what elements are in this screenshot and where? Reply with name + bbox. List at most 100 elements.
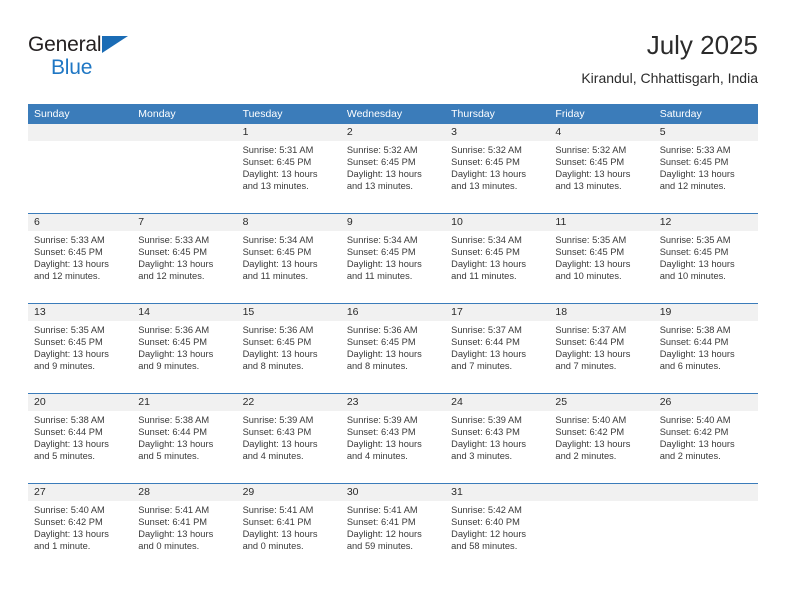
daylight-duration-line2: and 8 minutes. bbox=[346, 361, 408, 372]
day-number: 24 bbox=[445, 394, 550, 411]
calendar-day-cell[interactable]: 15 Sunrise: 5:36 AM Sunset: 6:45 PM Dayligh… bbox=[236, 304, 341, 393]
daylight-duration-line2: and 11 minutes. bbox=[242, 271, 309, 282]
calendar-day-cell[interactable]: 10 Sunrise: 5:34 AM Sunset: 6:45 PM Dayligh… bbox=[445, 214, 550, 303]
calendar-day-cell[interactable]: 5 Sunrise: 5:33 AM Sunset: 6:45 PM Daylight… bbox=[653, 124, 758, 213]
day-number: 8 bbox=[236, 214, 341, 231]
sunrise-time: Sunrise: 5:31 AM bbox=[242, 145, 314, 155]
day-number: 11 bbox=[549, 214, 654, 231]
weekday-header-saturday: Saturday bbox=[659, 108, 702, 120]
daylight-duration-line2: and 13 minutes. bbox=[555, 181, 622, 192]
calendar-day-cell[interactable]: 8 Sunrise: 5:34 AM Sunset: 6:45 PM Daylight… bbox=[236, 214, 341, 303]
page-title: July 2025 bbox=[646, 30, 758, 60]
daylight-duration-line1: Daylight: 13 hours bbox=[138, 349, 214, 360]
daylight-duration-line2: and 6 minutes. bbox=[659, 361, 721, 372]
calendar-day-cell[interactable]: 3 Sunrise: 5:32 AM Sunset: 6:45 PM Daylight… bbox=[445, 124, 550, 213]
daylight-duration-line2: and 2 minutes. bbox=[555, 451, 617, 462]
daylight-duration-line2: and 12 minutes. bbox=[138, 271, 205, 282]
sunrise-time: Sunrise: 5:35 AM bbox=[34, 325, 105, 335]
day-details: Sunrise: 5:37 AM Sunset: 6:44 PM Daylight:… bbox=[445, 321, 549, 372]
calendar-day-cell[interactable]: 16 Sunrise: 5:36 AM Sunset: 6:45 PM Dayligh… bbox=[340, 304, 446, 393]
calendar-day-cell[interactable]: 7 Sunrise: 5:33 AM Sunset: 6:45 PM Daylight… bbox=[132, 214, 237, 303]
day-number bbox=[653, 484, 758, 501]
daylight-duration-line2: and 12 minutes. bbox=[659, 181, 726, 192]
day-details: Sunrise: 5:41 AM Sunset: 6:41 PM Daylight:… bbox=[132, 501, 236, 552]
calendar-day-cell[interactable]: 2 Sunrise: 5:32 AM Sunset: 6:45 PM Daylight… bbox=[340, 124, 446, 213]
day-number: 4 bbox=[549, 124, 654, 141]
sunset-time: Sunset: 6:45 PM bbox=[346, 157, 416, 168]
daylight-duration-line1: Daylight: 13 hours bbox=[138, 259, 214, 270]
day-number: 14 bbox=[132, 304, 237, 321]
calendar-day-cell[interactable]: 25 Sunrise: 5:40 AM Sunset: 6:42 PM Dayligh… bbox=[549, 394, 654, 483]
calendar-day-cell[interactable]: 23 Sunrise: 5:39 AM Sunset: 6:43 PM Dayligh… bbox=[340, 394, 446, 483]
day-number: 1 bbox=[236, 124, 341, 141]
weekday-header-friday: Friday bbox=[555, 108, 585, 120]
sunrise-time: Sunrise: 5:34 AM bbox=[346, 235, 418, 245]
calendar-day-cell[interactable]: 18 Sunrise: 5:37 AM Sunset: 6:44 PM Dayligh… bbox=[549, 304, 654, 393]
day-number: 20 bbox=[28, 394, 133, 411]
calendar-day-cell[interactable]: 17 Sunrise: 5:37 AM Sunset: 6:44 PM Dayligh… bbox=[445, 304, 550, 393]
sunrise-time: Sunrise: 5:32 AM bbox=[451, 145, 522, 155]
calendar-page: General Blue July 2025 Kirandul, Chhatti… bbox=[0, 0, 792, 612]
day-number: 9 bbox=[340, 214, 446, 231]
day-number: 15 bbox=[236, 304, 341, 321]
sunset-time: Sunset: 6:45 PM bbox=[34, 337, 103, 348]
daylight-duration-line1: Daylight: 13 hours bbox=[451, 349, 527, 360]
calendar-day-cell[interactable]: 29 Sunrise: 5:41 AM Sunset: 6:41 PM Dayligh… bbox=[236, 484, 341, 573]
day-number: 31 bbox=[445, 484, 550, 501]
day-details: Sunrise: 5:38 AM Sunset: 6:44 PM Daylight:… bbox=[28, 411, 132, 462]
calendar-day-cell[interactable]: 24 Sunrise: 5:39 AM Sunset: 6:43 PM Dayligh… bbox=[445, 394, 550, 483]
sunrise-time: Sunrise: 5:33 AM bbox=[34, 235, 105, 245]
calendar-day-cell[interactable]: 13 Sunrise: 5:35 AM Sunset: 6:45 PM Dayligh… bbox=[28, 304, 133, 393]
daylight-duration-line1: Daylight: 13 hours bbox=[242, 529, 318, 540]
sunset-time: Sunset: 6:44 PM bbox=[555, 337, 625, 348]
calendar-day-cell[interactable]: 26 Sunrise: 5:40 AM Sunset: 6:42 PM Dayligh… bbox=[653, 394, 758, 483]
calendar-week-row: 20 Sunrise: 5:38 AM Sunset: 6:44 PM Dayligh… bbox=[28, 393, 758, 483]
daylight-duration-line1: Daylight: 13 hours bbox=[346, 439, 422, 450]
sunrise-time: Sunrise: 5:41 AM bbox=[138, 505, 210, 515]
calendar-day-cell[interactable]: 19 Sunrise: 5:38 AM Sunset: 6:44 PM Dayligh… bbox=[653, 304, 758, 393]
daylight-duration-line2: and 4 minutes. bbox=[346, 451, 408, 462]
daylight-duration-line2: and 13 minutes. bbox=[346, 181, 413, 192]
calendar-day-cell[interactable]: 30 Sunrise: 5:41 AM Sunset: 6:41 PM Dayligh… bbox=[340, 484, 446, 573]
day-number: 21 bbox=[132, 394, 237, 411]
sunrise-time: Sunrise: 5:34 AM bbox=[242, 235, 314, 245]
sunrise-time: Sunrise: 5:33 AM bbox=[659, 145, 731, 155]
calendar-day-cell[interactable]: 28 Sunrise: 5:41 AM Sunset: 6:41 PM Dayligh… bbox=[132, 484, 237, 573]
calendar-day-cell[interactable]: 22 Sunrise: 5:39 AM Sunset: 6:43 PM Dayligh… bbox=[236, 394, 341, 483]
daylight-duration-line2: and 11 minutes. bbox=[451, 271, 517, 282]
day-details: Sunrise: 5:41 AM Sunset: 6:41 PM Daylight:… bbox=[237, 501, 341, 552]
day-details: Sunrise: 5:41 AM Sunset: 6:41 PM Daylight:… bbox=[341, 501, 445, 552]
day-details: Sunrise: 5:40 AM Sunset: 6:42 PM Daylight:… bbox=[549, 411, 653, 462]
day-details: Sunrise: 5:38 AM Sunset: 6:44 PM Daylight:… bbox=[132, 411, 236, 462]
calendar-day-cell[interactable]: 6 Sunrise: 5:33 AM Sunset: 6:45 PM Daylight… bbox=[28, 214, 133, 303]
calendar-day-cell[interactable]: 21 Sunrise: 5:38 AM Sunset: 6:44 PM Dayligh… bbox=[132, 394, 237, 483]
day-number: 17 bbox=[445, 304, 550, 321]
day-details: Sunrise: 5:35 AM Sunset: 6:45 PM Daylight:… bbox=[654, 231, 758, 282]
sunset-time: Sunset: 6:44 PM bbox=[138, 427, 208, 438]
calendar-day-cell[interactable]: 4 Sunrise: 5:32 AM Sunset: 6:45 PM Daylight… bbox=[549, 124, 654, 213]
calendar-day-cell-empty bbox=[28, 124, 133, 213]
calendar-day-cell[interactable]: 27 Sunrise: 5:40 AM Sunset: 6:42 PM Dayligh… bbox=[28, 484, 133, 573]
calendar-day-cell-empty bbox=[132, 124, 237, 213]
calendar-day-cell[interactable]: 9 Sunrise: 5:34 AM Sunset: 6:45 PM Daylight… bbox=[340, 214, 446, 303]
calendar-day-cell[interactable]: 12 Sunrise: 5:35 AM Sunset: 6:45 PM Dayligh… bbox=[653, 214, 758, 303]
daylight-duration-line2: and 7 minutes. bbox=[451, 361, 513, 372]
calendar-day-cell[interactable]: 11 Sunrise: 5:35 AM Sunset: 6:45 PM Dayligh… bbox=[549, 214, 654, 303]
daylight-duration-line2: and 1 minute. bbox=[34, 541, 91, 552]
calendar-grid: Sunday Monday Tuesday Wednesday Thursday Frid… bbox=[28, 104, 758, 573]
daylight-duration-line1: Daylight: 13 hours bbox=[242, 169, 318, 180]
daylight-duration-line2: and 12 minutes. bbox=[34, 271, 101, 282]
sunrise-time: Sunrise: 5:38 AM bbox=[138, 415, 210, 425]
calendar-day-cell[interactable]: 20 Sunrise: 5:38 AM Sunset: 6:44 PM Dayligh… bbox=[28, 394, 133, 483]
calendar-day-cell[interactable]: 14 Sunrise: 5:36 AM Sunset: 6:45 PM Dayligh… bbox=[132, 304, 237, 393]
sunset-time: Sunset: 6:45 PM bbox=[659, 247, 729, 258]
calendar-day-cell[interactable]: 1 Sunrise: 5:31 AM Sunset: 6:45 PM Daylight… bbox=[236, 124, 341, 213]
sunrise-time: Sunrise: 5:40 AM bbox=[659, 415, 731, 425]
sunrise-time: Sunrise: 5:41 AM bbox=[346, 505, 418, 515]
weekday-header-tuesday: Tuesday bbox=[242, 108, 283, 120]
calendar-day-cell[interactable]: 31 Sunrise: 5:42 AM Sunset: 6:40 PM Dayligh… bbox=[445, 484, 550, 573]
day-number: 25 bbox=[549, 394, 654, 411]
sunset-time: Sunset: 6:40 PM bbox=[451, 517, 520, 528]
daylight-duration-line2: and 10 minutes. bbox=[659, 271, 726, 282]
brand-logo[interactable]: General Blue bbox=[28, 34, 158, 86]
